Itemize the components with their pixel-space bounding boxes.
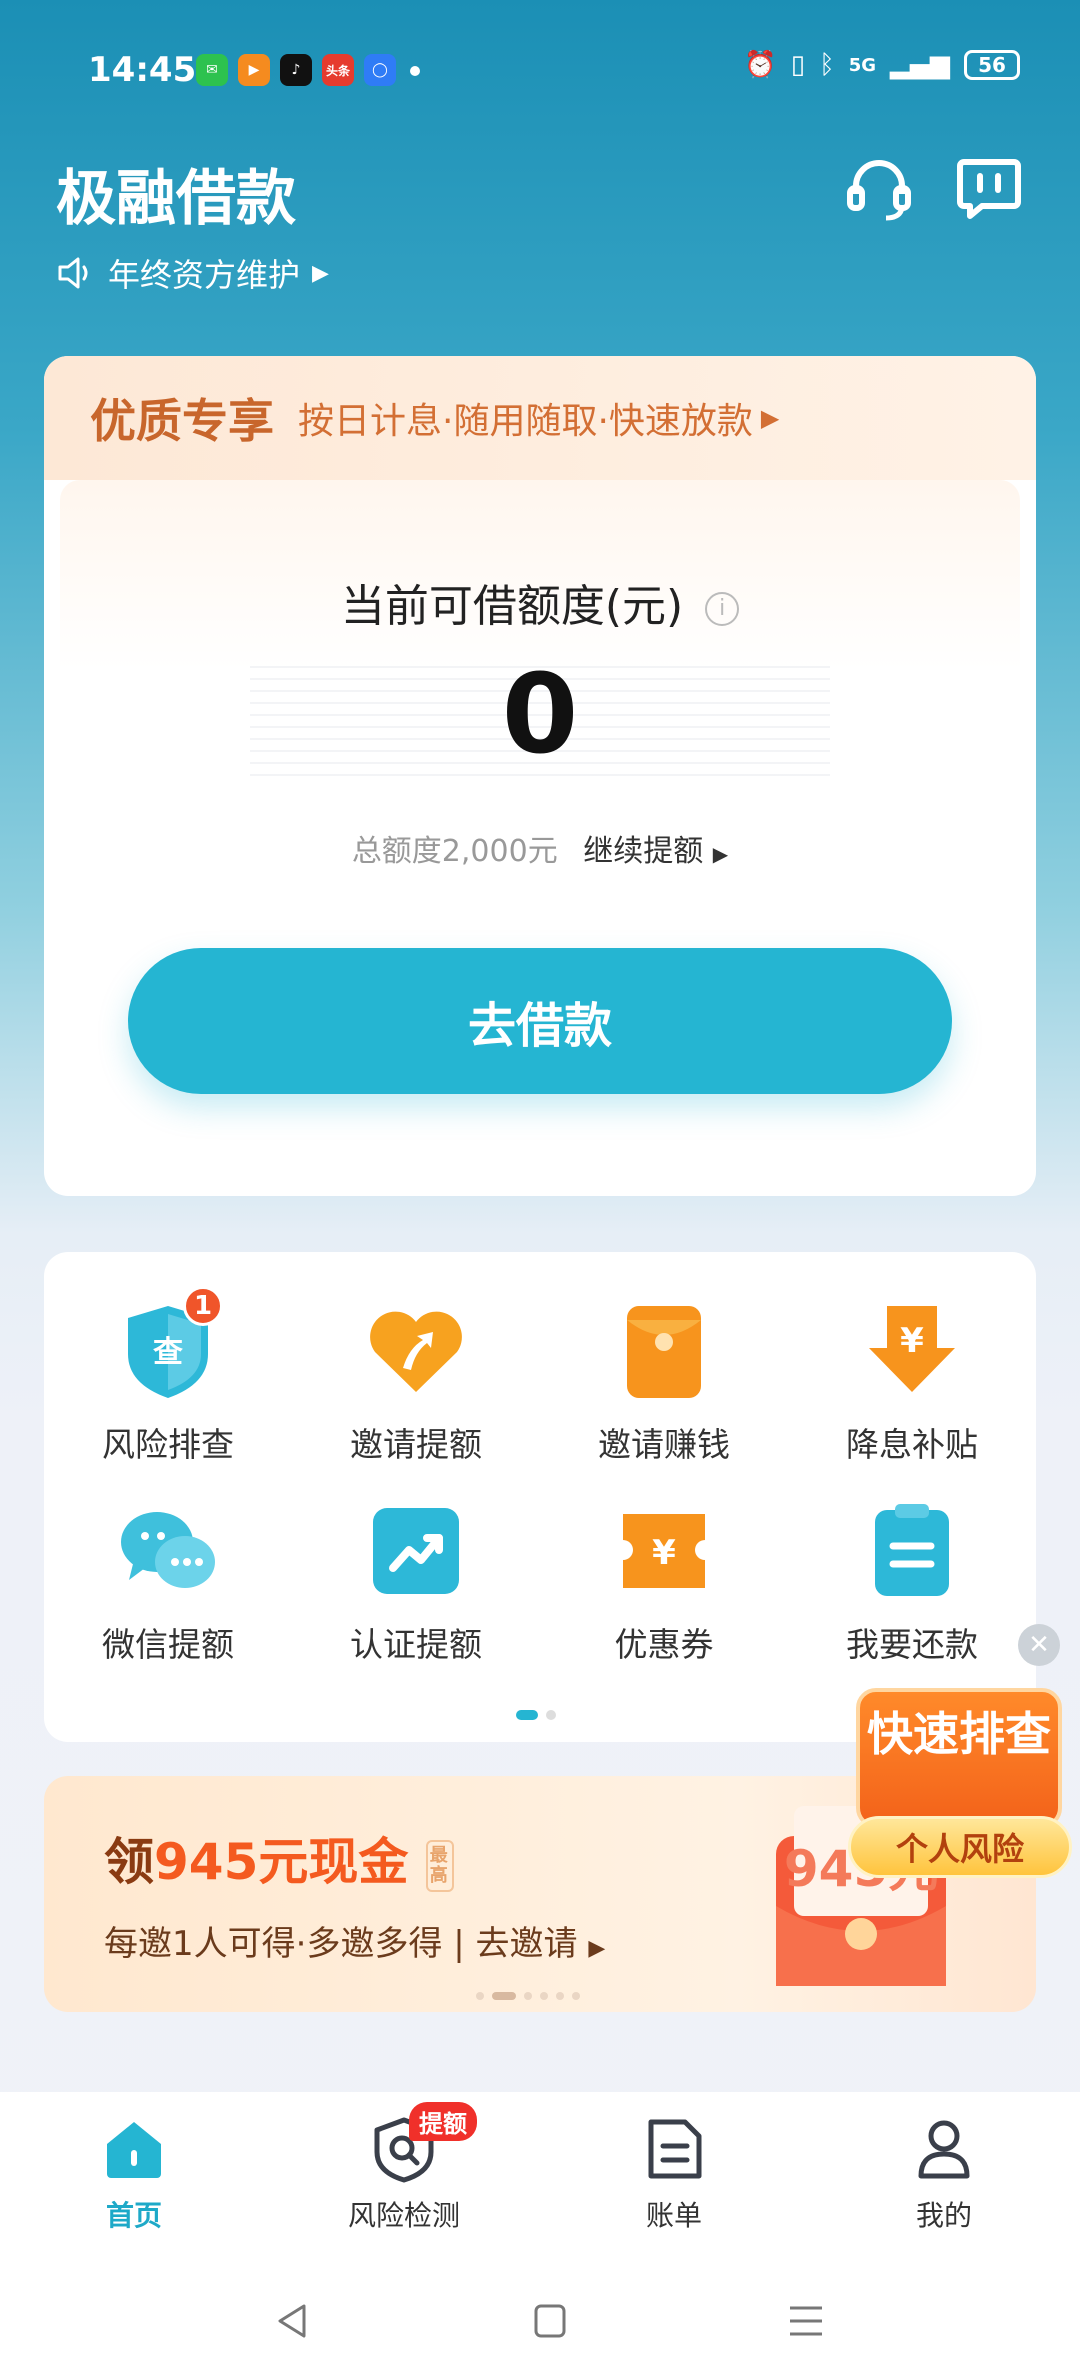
func-wechat-raise[interactable]: 微信提额: [68, 1496, 268, 1666]
back-icon[interactable]: [262, 2296, 322, 2346]
bottom-tab-bar: 首页 提额 风险检测 账单 我的: [0, 2092, 1080, 2272]
info-icon[interactable]: i: [705, 592, 740, 626]
notification-dot: [410, 66, 420, 76]
func-label: 优惠券: [614, 1625, 714, 1664]
risk-badge: 1: [183, 1286, 223, 1326]
func-label: 邀请提额: [350, 1425, 482, 1464]
float-badge-subtitle: 个人风险: [848, 1816, 1072, 1878]
profile-icon: [918, 2120, 970, 2179]
svg-text:¥: ¥: [652, 1533, 676, 1573]
battery-level: 56: [964, 50, 1020, 80]
raise-limit-link[interactable]: 继续提额 ▶: [583, 834, 728, 869]
func-invite-earn[interactable]: 邀请赚钱: [564, 1296, 764, 1466]
func-rate-subsidy[interactable]: ¥ 降息补贴: [812, 1296, 1012, 1466]
notice-bar[interactable]: 年终资方维护 ▶: [56, 250, 329, 296]
raise-arrow-icon: ▶: [712, 842, 729, 866]
pager-dot: [546, 1710, 556, 1720]
notice-arrow-icon: ▶: [312, 260, 329, 286]
tab-label: 账单: [645, 2199, 702, 2232]
customer-service-icon[interactable]: [844, 154, 914, 224]
func-invite-raise[interactable]: 邀请提额: [316, 1296, 516, 1466]
invite-raise-icon: [370, 1311, 462, 1392]
premium-banner[interactable]: 优质专享 按日计息·随用随取·快速放款 ▶: [44, 356, 1036, 480]
tab-risk-detect[interactable]: 提额 风险检测: [304, 2102, 504, 2234]
premium-subtitle: 按日计息·随用随取·快速放款: [298, 401, 753, 442]
message-icon[interactable]: [954, 154, 1024, 224]
rate-subsidy-icon: ¥: [869, 1306, 955, 1392]
speaker-icon: [58, 257, 88, 289]
tab-home[interactable]: 首页: [34, 2114, 234, 2234]
loan-card: 优质专享 按日计息·随用随取·快速放款 ▶ 当前可借额度(元) i 0 总额度2…: [44, 356, 1036, 1196]
tab-label: 风险检测: [347, 2199, 460, 2232]
video-app-icon: ▶: [238, 54, 270, 86]
func-label: 我要还款: [846, 1625, 978, 1664]
signal-icon: ▂▄▆: [890, 50, 950, 80]
limit-panel: 当前可借额度(元) i 0: [60, 480, 1020, 860]
banner-arrow-icon: ▶: [588, 1936, 606, 1961]
verify-raise-icon: [373, 1508, 459, 1594]
repay-icon: [875, 1504, 949, 1596]
bill-icon: [648, 2119, 702, 2179]
func-label: 降息补贴: [846, 1425, 978, 1464]
func-coupon[interactable]: ¥ 优惠券: [564, 1496, 764, 1666]
banner-pager: [476, 1992, 580, 2000]
menu-icon[interactable]: [776, 2296, 836, 2346]
tab-label: 首页: [105, 2199, 162, 2232]
limit-label: 当前可借额度(元): [340, 581, 684, 632]
float-close-icon[interactable]: ✕: [1018, 1624, 1060, 1666]
quick-risk-check-float[interactable]: 快速排查 个人风险: [848, 1688, 1072, 1884]
tab-profile[interactable]: 我的: [844, 2114, 1044, 2234]
system-nav-bar: [0, 2272, 1080, 2373]
banner-tag: 最高: [425, 1839, 454, 1892]
header: 极融借款 年终资方维护 ▶: [0, 140, 1080, 340]
func-label: 邀请赚钱: [598, 1425, 730, 1464]
func-verify-raise[interactable]: 认证提额: [316, 1496, 516, 1666]
banner-amount: 945元现金: [154, 1833, 409, 1891]
home-nav-icon[interactable]: [520, 2296, 580, 2346]
status-bar: 14:45 ✉ ▶ ♪ 头条 ◯ ⏰ ▯ ᛒ 5G ▂▄▆ 56: [0, 0, 1080, 140]
premium-arrow-icon: ▶: [760, 404, 780, 432]
limit-label-row: 当前可借额度(元) i: [60, 570, 1020, 634]
tab-badge: 提额: [409, 2102, 477, 2141]
func-label: 风险排查: [102, 1425, 234, 1464]
app-title: 极融借款: [56, 164, 296, 234]
alarm-icon: ⏰: [744, 50, 777, 80]
func-repay[interactable]: 我要还款: [812, 1496, 1012, 1666]
toutiao-icon: 头条: [322, 54, 354, 86]
total-limit-text: 总额度2,000元: [351, 834, 558, 869]
func-label: 认证提额: [350, 1625, 482, 1664]
func-risk-check[interactable]: 查 1 风险排查: [68, 1286, 268, 1466]
premium-tag: 优质专享: [90, 394, 274, 448]
network-type: 5G: [848, 54, 876, 76]
function-grid: 查 1 风险排查 邀请提额 邀请赚钱 ¥ 降息补贴 微信提额 认证提额 ¥ 优惠…: [44, 1252, 1036, 1742]
status-time: 14:45: [88, 50, 197, 90]
vibrate-icon: ▯: [790, 50, 806, 80]
banner-title: 领945元现金 最高: [104, 1822, 454, 1894]
bluetooth-icon: ᛒ: [819, 50, 835, 80]
func-label: 微信提额: [102, 1625, 234, 1664]
pager-dot-active: [516, 1710, 538, 1720]
tiktok-icon: ♪: [280, 54, 312, 86]
tab-bill[interactable]: 账单: [574, 2114, 774, 2234]
home-icon: [107, 2122, 161, 2178]
total-limit-row: 总额度2,000元 继续提额 ▶: [44, 826, 1036, 870]
float-badge-title: 快速排查: [856, 1688, 1062, 1828]
banner-subtitle: 每邀1人可得·多邀多得 | 去邀请 ▶: [104, 1924, 606, 1964]
wechat-icon: ✉: [196, 54, 228, 86]
limit-value: 0: [501, 650, 579, 778]
browser-icon: ◯: [364, 54, 396, 86]
status-indicators: ⏰ ▯ ᛒ 5G ▂▄▆ 56: [744, 50, 1020, 80]
borrow-button[interactable]: 去借款: [128, 948, 952, 1094]
grid-pager: [516, 1710, 556, 1720]
wechat-raise-icon: [121, 1512, 215, 1588]
svg-text:查: 查: [153, 1335, 183, 1370]
invite-earn-icon: [627, 1306, 701, 1398]
notice-text: 年终资方维护: [108, 256, 301, 294]
svg-text:¥: ¥: [900, 1321, 924, 1361]
status-app-icons: ✉ ▶ ♪ 头条 ◯: [196, 54, 396, 86]
tab-label: 我的: [915, 2199, 972, 2232]
coupon-icon: ¥: [623, 1514, 705, 1588]
